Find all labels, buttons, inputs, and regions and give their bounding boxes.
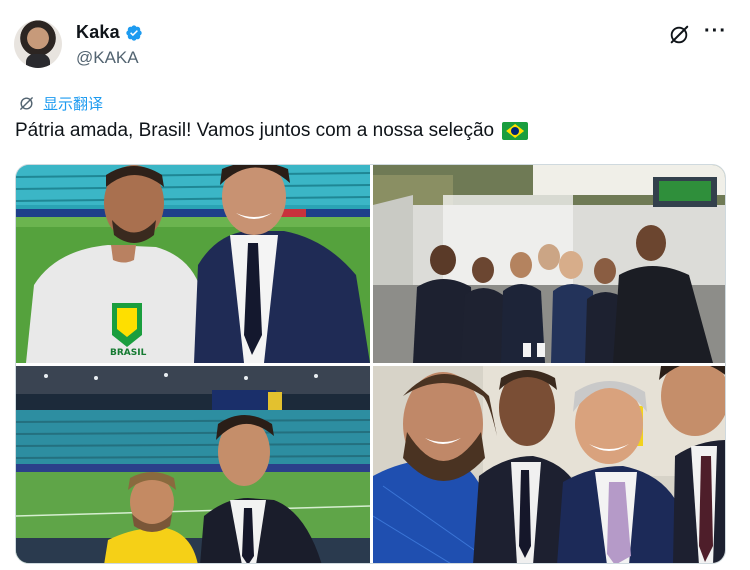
- avatar[interactable]: [14, 20, 62, 68]
- photo-1[interactable]: BRASIL: [16, 165, 370, 363]
- photo-4[interactable]: [373, 366, 725, 563]
- photo-2-image: [373, 165, 725, 363]
- photo-2[interactable]: [373, 165, 725, 363]
- photo-3[interactable]: [16, 366, 370, 563]
- media-grid: BRASIL: [15, 164, 726, 564]
- name-row: Kaka: [76, 22, 143, 43]
- brazil-flag-emoji: [502, 122, 529, 140]
- tweet-header: Kaka @KAKA ···: [14, 16, 736, 74]
- display-name[interactable]: Kaka: [76, 22, 120, 43]
- translate-icon: [20, 97, 33, 110]
- jersey-text: BRASIL: [110, 348, 147, 358]
- translate-link[interactable]: 显示翻译: [18, 93, 103, 114]
- more-options-icon[interactable]: ···: [704, 21, 726, 46]
- photo-3-image: [16, 366, 370, 563]
- handle[interactable]: @KAKA: [76, 48, 139, 68]
- tweet-text: Pátria amada, Brasil! Vamos juntos com a…: [15, 120, 529, 142]
- translate-label[interactable]: 显示翻译: [43, 93, 103, 114]
- verified-badge-icon: [126, 24, 142, 41]
- photo-1-image: BRASIL: [16, 165, 370, 363]
- grok-icon[interactable]: [668, 24, 690, 46]
- photo-4-image: [373, 366, 725, 563]
- tweet-body: Pátria amada, Brasil! Vamos juntos com a…: [15, 120, 495, 141]
